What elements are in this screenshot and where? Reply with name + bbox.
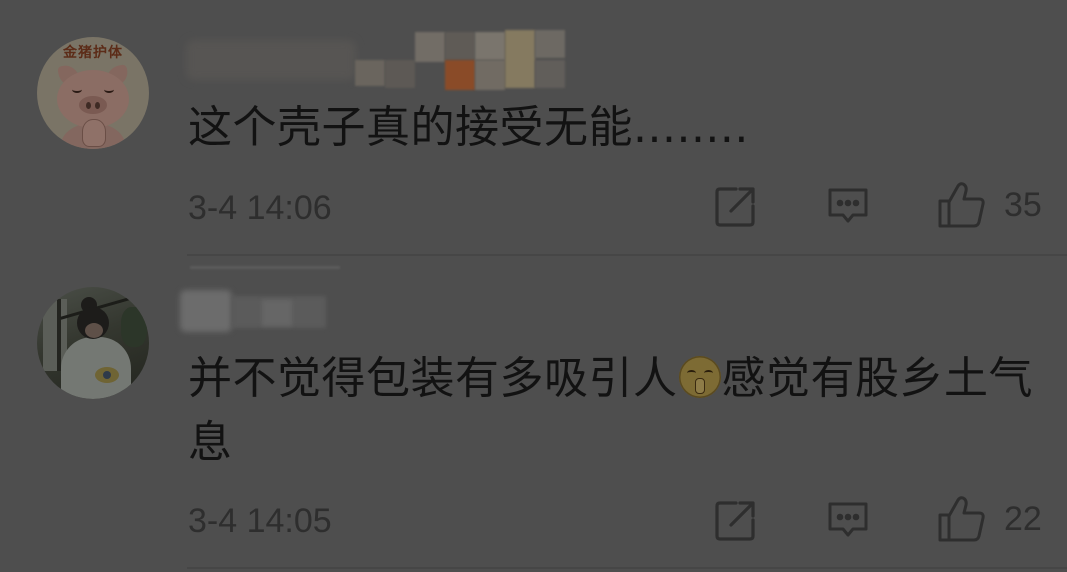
share-icon	[715, 187, 755, 227]
emoji-finger	[694, 378, 705, 394]
divider	[187, 254, 1067, 256]
thumbs-up-icon	[938, 182, 985, 228]
comment-icon	[828, 502, 868, 537]
photo-emblem-core	[103, 371, 111, 379]
thumbs-up-icon	[938, 496, 985, 542]
photo-shirt-emblem	[95, 367, 119, 383]
share-button[interactable]	[712, 498, 758, 548]
mosaic-tile	[535, 60, 565, 88]
emoji-eye	[703, 370, 713, 376]
mosaic-tile	[475, 60, 505, 90]
mosaic-tile	[475, 32, 505, 60]
mosaic-tile	[415, 32, 445, 62]
mosaic-tile	[355, 60, 385, 86]
reply-button[interactable]	[826, 500, 870, 544]
photo-face	[85, 323, 103, 338]
pig-snout	[79, 96, 107, 114]
mosaic-tile	[180, 290, 232, 332]
mosaic-tile	[186, 40, 356, 80]
pig-nostril	[86, 102, 91, 109]
mosaic-tile	[535, 30, 565, 58]
mosaic-tile	[445, 32, 475, 60]
mosaic-tile	[445, 60, 475, 90]
mosaic-tile	[262, 300, 292, 326]
share-button[interactable]	[712, 184, 758, 234]
photo-shirt	[61, 337, 131, 399]
pig-nostril	[95, 102, 100, 109]
comment-icon	[828, 188, 868, 223]
reply-button[interactable]	[826, 186, 870, 230]
mosaic-tile	[505, 30, 535, 88]
divider	[187, 567, 1067, 569]
pig-hands	[82, 119, 106, 147]
comment-list: 金猪护体 这个壳子真的接受无能........ 3-4 14:06 35 并不觉…	[0, 0, 1067, 572]
shush-face-emoji	[678, 356, 721, 398]
emoji-eye	[686, 370, 696, 376]
avatar[interactable]: 金猪护体	[37, 37, 149, 149]
mosaic-tile	[190, 266, 340, 269]
avatar-text: 金猪护体	[63, 45, 123, 61]
username-redacted[interactable]	[176, 262, 346, 334]
comment-content: 并不觉得包装有多吸引人 感觉有股乡土气息	[188, 347, 1048, 475]
comment-text: 并不觉得包装有多吸引人	[188, 353, 678, 404]
like-count: 35	[1004, 186, 1042, 224]
username-redacted[interactable]	[180, 26, 570, 92]
photo-foliage	[121, 307, 147, 347]
avatar[interactable]	[37, 287, 149, 399]
photo-frame-bar	[57, 299, 61, 371]
share-icon	[715, 501, 755, 541]
comment-content: 这个壳子真的接受无能........	[188, 102, 749, 153]
comment-timestamp: 3-4 14:05	[188, 502, 332, 540]
pig-eye	[72, 86, 82, 93]
like-button[interactable]: 22	[936, 495, 1042, 543]
comment-timestamp: 3-4 14:06	[188, 189, 332, 227]
like-count: 22	[1004, 500, 1042, 538]
pig-eye	[104, 86, 114, 93]
mosaic-tile	[385, 60, 415, 88]
like-button[interactable]: 35	[936, 181, 1042, 229]
